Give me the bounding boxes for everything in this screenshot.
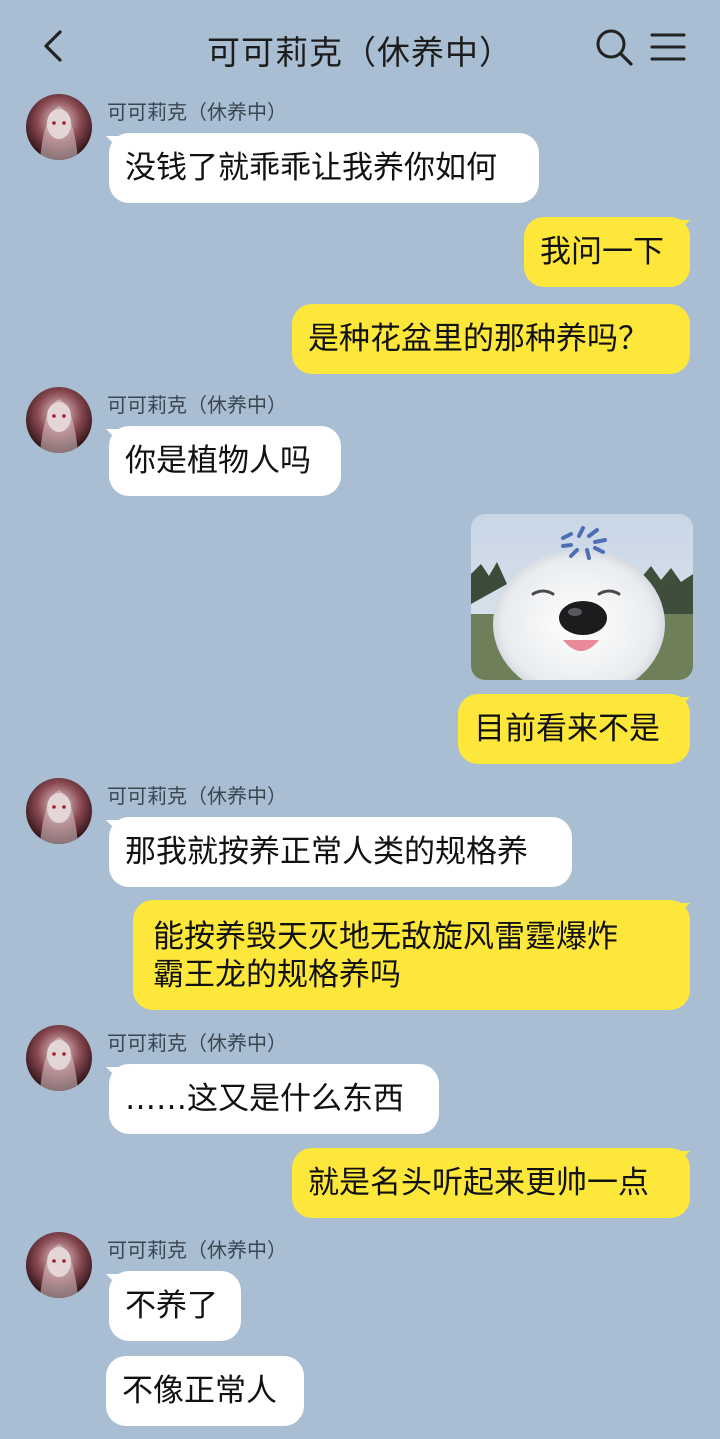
hamburger-menu-icon[interactable] (648, 27, 688, 67)
avatar[interactable] (26, 1025, 92, 1091)
message-bubble-outgoing[interactable]: 我问一下 (524, 217, 690, 287)
sender-name: 可可莉克（休养中） (107, 784, 287, 808)
message-bubble-outgoing[interactable]: 能按养毁天灭地无敌旋风雷霆爆炸 霸王龙的规格养吗 (133, 900, 690, 1010)
message-line: 霸王龙的规格养吗 (153, 957, 401, 993)
message-line: 能按养毁天灭地无敌旋风雷霆爆炸 (153, 919, 618, 955)
message-bubble-incoming[interactable]: 没钱了就乖乖让我养你如何 (109, 133, 539, 203)
message-bubble-incoming[interactable]: 那我就按养正常人类的规格养 (109, 817, 572, 887)
message-bubble-incoming[interactable]: 你是植物人吗 (109, 426, 341, 496)
message-bubble-outgoing[interactable]: 是种花盆里的那种养吗？ (292, 304, 690, 374)
message-bubble-incoming[interactable]: ……这又是什么东西 (109, 1064, 439, 1134)
message-bubble-incoming[interactable]: 不养了 (109, 1271, 241, 1341)
search-icon[interactable] (594, 27, 634, 67)
message-bubble-outgoing[interactable]: 就是名头听起来更帅一点 (292, 1148, 690, 1218)
message-bubble-outgoing[interactable]: 目前看来不是 (458, 694, 690, 764)
sender-name: 可可莉克（休养中） (107, 100, 287, 124)
sender-name: 可可莉克（休养中） (107, 1238, 287, 1262)
sender-name: 可可莉克（休养中） (107, 1031, 287, 1055)
avatar[interactable] (26, 778, 92, 844)
dog-sticker-image[interactable] (471, 514, 693, 680)
avatar[interactable] (26, 94, 92, 160)
avatar[interactable] (26, 387, 92, 453)
avatar[interactable] (26, 1232, 92, 1298)
chat-header: 可可莉克（休养中） (0, 0, 720, 92)
sender-name: 可可莉克（休养中） (107, 393, 287, 417)
message-bubble-incoming[interactable]: 不像正常人 (106, 1356, 304, 1426)
